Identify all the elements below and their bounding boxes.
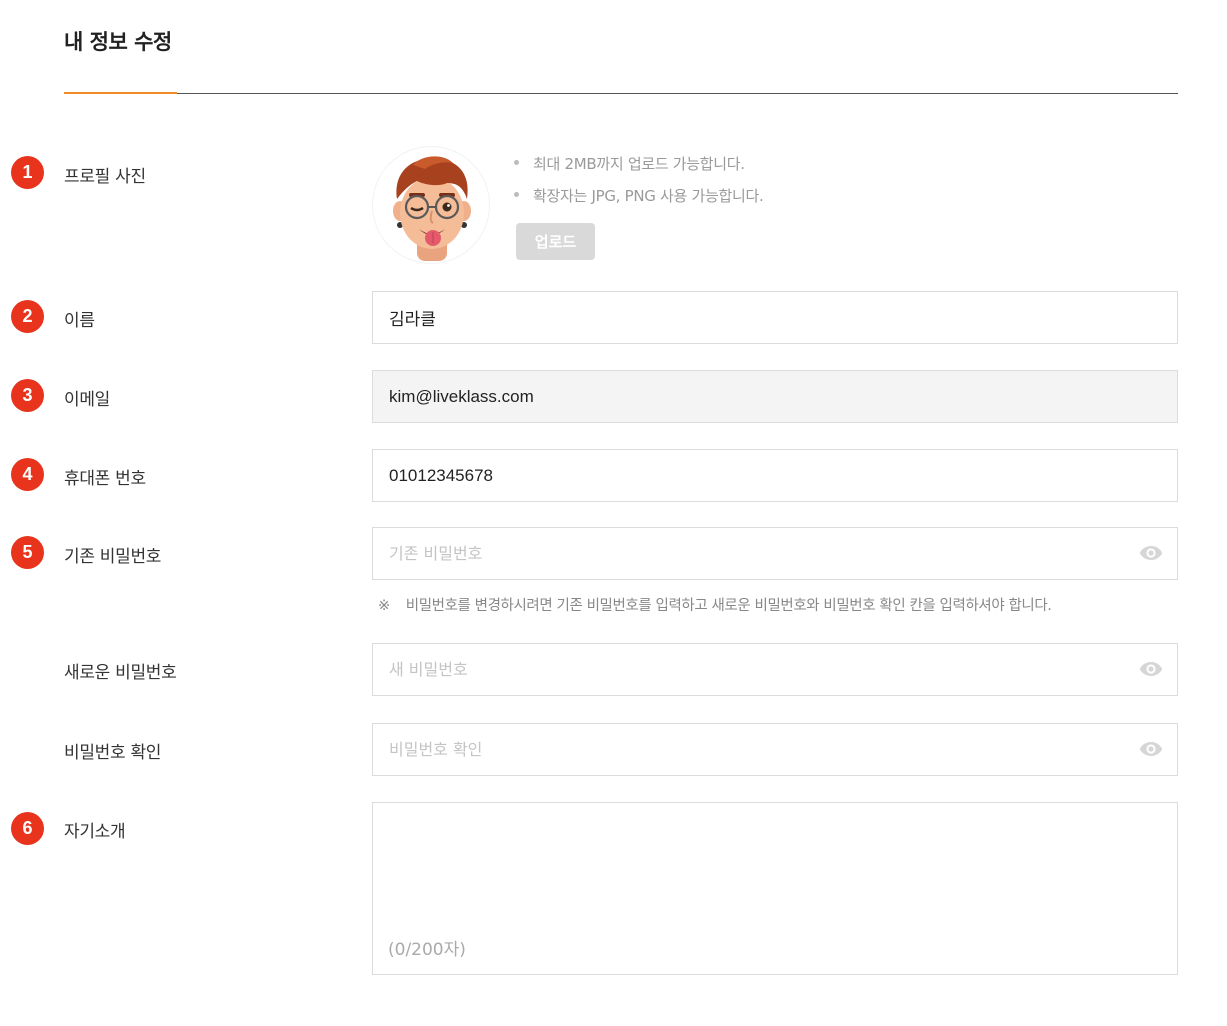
page-title: 내 정보 수정 — [64, 30, 172, 54]
bullet-icon — [514, 192, 519, 197]
bullet-icon — [514, 160, 519, 165]
step-badge-1: 1 — [11, 156, 44, 189]
step-badge-3: 3 — [11, 379, 44, 412]
name-input[interactable] — [372, 291, 1178, 344]
upload-hint-ext: 확장자는 JPG, PNG 사용 가능합니다. — [514, 185, 764, 206]
upload-hint-size: 최대 2MB까지 업로드 가능합니다. — [514, 153, 745, 174]
email-input — [372, 370, 1178, 423]
eye-icon[interactable] — [1139, 545, 1163, 561]
profile-photo-label: 프로필 사진 — [64, 167, 146, 187]
confirm-password-input[interactable] — [372, 723, 1178, 776]
step-badge-6: 6 — [11, 812, 44, 845]
password-change-notice: ※ 비밀번호를 변경하시려면 기존 비밀번호를 입력하고 새로운 비밀번호와 비밀… — [378, 598, 1052, 614]
avatar — [372, 146, 490, 264]
bio-field: (0/200자) — [372, 802, 1178, 975]
name-label: 이름 — [64, 311, 95, 331]
upload-button[interactable]: 업로드 — [516, 223, 595, 260]
edit-profile-page: 내 정보 수정 1 프로필 사진 최대 2MB까지 업로드 가능합니다. 확장자… — [0, 0, 1227, 1026]
step-badge-4: 4 — [11, 458, 44, 491]
new-password-input[interactable] — [372, 643, 1178, 696]
title-divider-accent — [64, 92, 177, 94]
phone-label: 휴대폰 번호 — [64, 469, 146, 489]
eye-icon[interactable] — [1139, 741, 1163, 757]
memoji-avatar-icon — [393, 156, 471, 261]
new-password-label: 새로운 비밀번호 — [64, 663, 177, 683]
current-password-label: 기존 비밀번호 — [64, 547, 162, 567]
bio-textarea[interactable] — [373, 803, 1177, 923]
step-badge-2: 2 — [11, 300, 44, 333]
confirm-password-label: 비밀번호 확인 — [64, 743, 162, 763]
eye-icon[interactable] — [1139, 661, 1163, 677]
step-badge-5: 5 — [11, 536, 44, 569]
email-label: 이메일 — [64, 390, 111, 410]
phone-input[interactable] — [372, 449, 1178, 502]
bio-char-counter: (0/200자) — [388, 940, 466, 960]
current-password-input[interactable] — [372, 527, 1178, 580]
title-divider — [64, 93, 1178, 94]
bio-label: 자기소개 — [64, 822, 126, 842]
